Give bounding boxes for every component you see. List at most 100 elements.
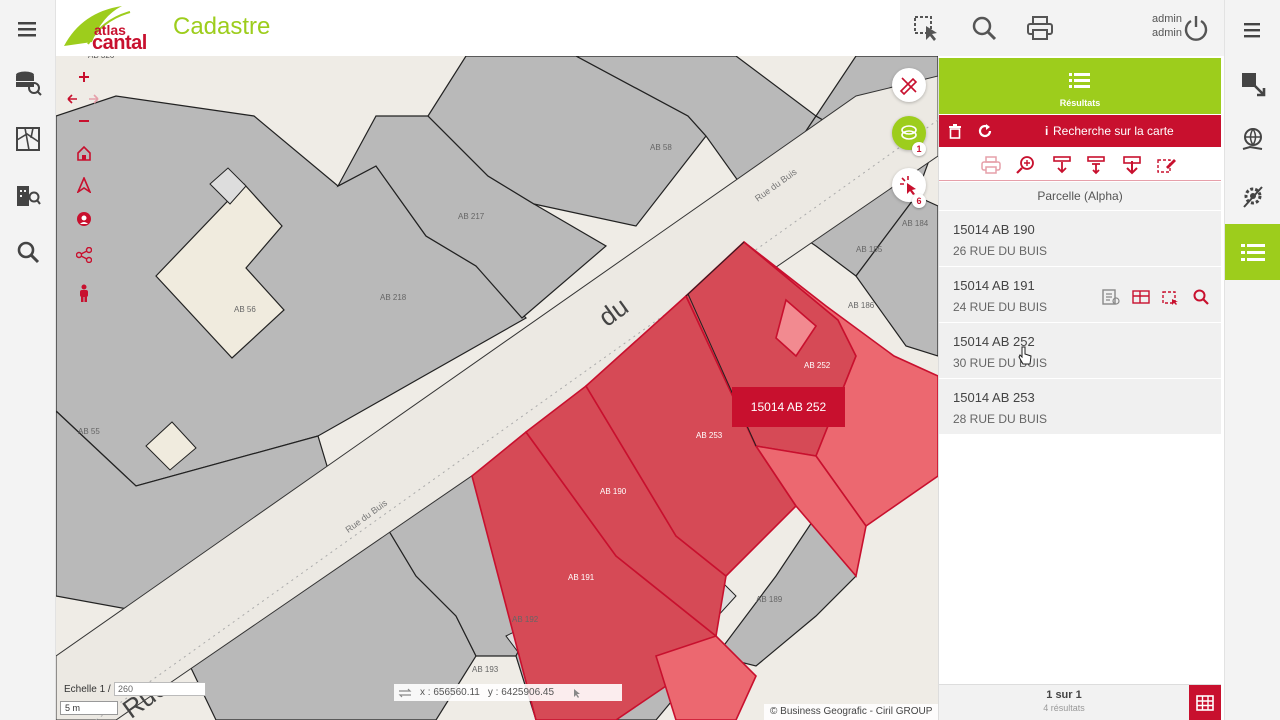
result-item[interactable]: 15014 AB 253 28 RUE DU BUIS	[939, 379, 1221, 435]
share-button[interactable]	[72, 244, 96, 266]
ruler-pencil-icon	[899, 77, 918, 95]
location-pin-icon	[77, 212, 91, 226]
street-view-button[interactable]	[72, 282, 96, 304]
result-item[interactable]: 15014 AB 190 26 RUE DU BUIS	[939, 211, 1221, 267]
export-list-icon	[1087, 156, 1105, 175]
scale-bar: 5 m	[60, 701, 118, 715]
export-selection-button[interactable]	[1085, 154, 1107, 176]
redo-arrow-icon	[89, 94, 99, 104]
home-icon	[77, 145, 91, 161]
export-down-icon	[1053, 156, 1071, 174]
info-icon: i	[1045, 124, 1049, 138]
app-header: atlas cantal Cadastre admin admin	[56, 0, 1224, 56]
results-count: 4 résultats	[1043, 703, 1085, 713]
select-tool-button[interactable]	[906, 8, 946, 48]
cadastre-map-button[interactable]	[8, 119, 48, 159]
hand-cursor-icon	[1018, 346, 1032, 365]
pointer-icon[interactable]	[572, 688, 582, 698]
results-footer: 1 sur 1 4 résultats	[939, 684, 1221, 720]
printer-icon	[1027, 16, 1053, 40]
results-subtitle: Parcelle (Alpha)	[939, 182, 1221, 210]
geolocate-button[interactable]	[72, 208, 96, 230]
building-search-button[interactable]	[8, 175, 48, 215]
scale-label: Echelle 1 /	[64, 684, 111, 695]
layers-count-badge: 1	[912, 142, 926, 156]
power-icon	[1184, 16, 1208, 41]
svg-text:AB 218: AB 218	[380, 293, 407, 302]
svg-text:AB 55: AB 55	[78, 427, 100, 436]
north-arrow-button[interactable]	[72, 174, 96, 196]
user-name: admin	[1152, 13, 1182, 25]
svg-text:AB 186: AB 186	[848, 301, 875, 310]
print-results-button[interactable]	[980, 154, 1002, 176]
search-icon	[1193, 289, 1209, 305]
result-row-tools	[1099, 285, 1217, 309]
download-button[interactable]	[1121, 154, 1143, 176]
svg-text:AB 192: AB 192	[512, 615, 539, 624]
edit-selection-button[interactable]	[1155, 154, 1177, 176]
refresh-icon[interactable]	[977, 123, 993, 139]
share-icon	[76, 247, 92, 263]
results-tool-button[interactable]	[1225, 224, 1280, 280]
result-item[interactable]: 15014 AB 252 30 RUE DU BUIS	[939, 323, 1221, 379]
settings-tool-button[interactable]	[1225, 168, 1280, 224]
result-details-button[interactable]	[1099, 285, 1123, 309]
results-panel: Résultats i Recherche sur la carte Parce…	[938, 58, 1221, 720]
export-button[interactable]	[1051, 154, 1073, 176]
selection-cursor-icon	[914, 16, 937, 41]
left-toolbar	[0, 0, 56, 720]
measure-tool-button[interactable]	[892, 68, 926, 102]
result-zoom-button[interactable]	[1189, 285, 1213, 309]
zoom-in-button[interactable]	[74, 68, 94, 86]
result-parcel-id: 15014 AB 191	[953, 278, 1035, 293]
hamburger-icon	[1244, 23, 1260, 38]
selection-count-badge: 6	[912, 194, 926, 208]
search-button[interactable]	[8, 232, 48, 272]
undo-view-button[interactable]	[62, 90, 82, 108]
logout-button[interactable]	[1176, 8, 1216, 48]
table-view-button[interactable]	[1189, 685, 1221, 720]
map-view[interactable]: AB 326 AB 58 AB 217 AB 56 AB 218 AB 185 …	[56, 56, 938, 720]
right-menu-button[interactable]	[1225, 2, 1280, 58]
search-context-bar: i Recherche sur la carte	[939, 115, 1221, 147]
undo-arrow-icon	[67, 94, 77, 104]
atlas-cantal-logo[interactable]: atlas cantal	[62, 2, 172, 54]
redo-view-button[interactable]	[84, 90, 104, 108]
svg-text:AB 217: AB 217	[458, 212, 485, 221]
search-context-title: Recherche sur la carte	[1053, 124, 1174, 138]
map-layers-tool-button[interactable]	[1225, 56, 1280, 112]
result-select-button[interactable]	[1159, 285, 1183, 309]
svg-text:AB 252: AB 252	[804, 361, 831, 370]
zoom-search-button[interactable]	[964, 8, 1004, 48]
zoom-to-results-button[interactable]	[1015, 154, 1037, 176]
result-report-button[interactable]	[1129, 285, 1153, 309]
database-search-icon	[16, 71, 42, 96]
print-button[interactable]	[1020, 8, 1060, 48]
header-tools: admin admin	[900, 0, 1224, 56]
svg-text:AB 326: AB 326	[88, 56, 115, 60]
gear-edit-icon	[1243, 186, 1263, 208]
svg-text:AB 190: AB 190	[600, 487, 627, 496]
globe-tool-button[interactable]	[1225, 112, 1280, 168]
map-move-icon	[1242, 73, 1266, 97]
trash-icon[interactable]	[948, 123, 962, 139]
swap-arrows-icon[interactable]	[398, 688, 412, 698]
svg-text:AB 193: AB 193	[472, 665, 499, 674]
hamburger-icon	[18, 22, 36, 37]
result-address: 28 RUE DU BUIS	[953, 412, 1048, 426]
zoom-out-button[interactable]	[74, 112, 94, 130]
result-item[interactable]: 15014 AB 191 24 RUE DU BUIS	[939, 267, 1221, 323]
app-root: atlas cantal Cadastre admin admin AB 58 …	[0, 0, 1280, 720]
home-extent-button[interactable]	[72, 142, 96, 164]
scale-input[interactable]: 260	[114, 682, 206, 696]
main-menu-button[interactable]	[8, 9, 48, 49]
coord-y: y : 6425906.45	[487, 687, 555, 698]
edit-area-icon	[1157, 159, 1176, 173]
database-search-button[interactable]	[8, 63, 48, 103]
building-search-icon	[17, 186, 41, 206]
pegman-icon	[80, 284, 88, 302]
svg-text:AB 185: AB 185	[856, 245, 883, 254]
grid-icon	[1196, 695, 1214, 711]
svg-text:AB 191: AB 191	[568, 573, 595, 582]
svg-text:AB 56: AB 56	[234, 305, 256, 314]
